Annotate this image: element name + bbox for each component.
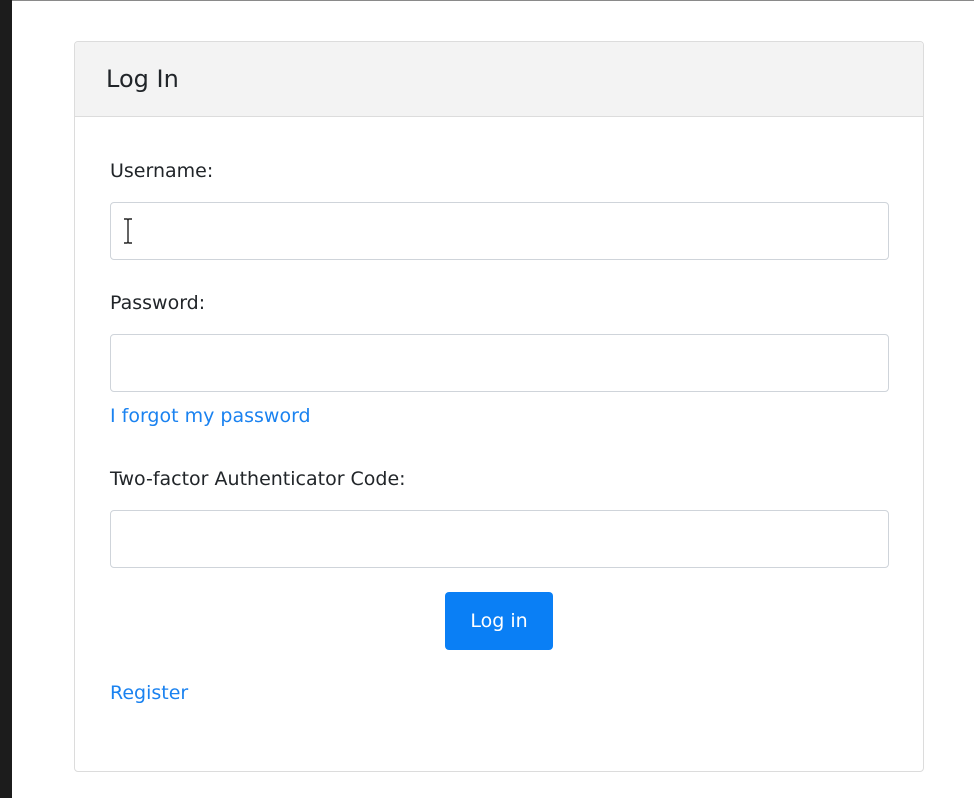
password-label: Password: [110, 292, 206, 314]
login-card: Log In Username: Password: I forgot my p… [74, 41, 924, 772]
page-title: Log In [106, 65, 179, 93]
password-input[interactable] [110, 334, 889, 392]
forgot-password-link[interactable]: I forgot my password [110, 405, 311, 427]
two-factor-code-input[interactable] [110, 510, 889, 568]
username-label: Username: [110, 160, 214, 182]
two-factor-label: Two-factor Authenticator Code: [110, 468, 406, 490]
register-link[interactable]: Register [110, 682, 188, 704]
text-cursor-icon [124, 218, 132, 244]
login-button[interactable]: Log in [445, 592, 553, 650]
card-header: Log In [75, 42, 923, 117]
username-input[interactable] [110, 202, 889, 260]
window-edge [0, 0, 12, 798]
window-top-border [12, 0, 974, 1]
